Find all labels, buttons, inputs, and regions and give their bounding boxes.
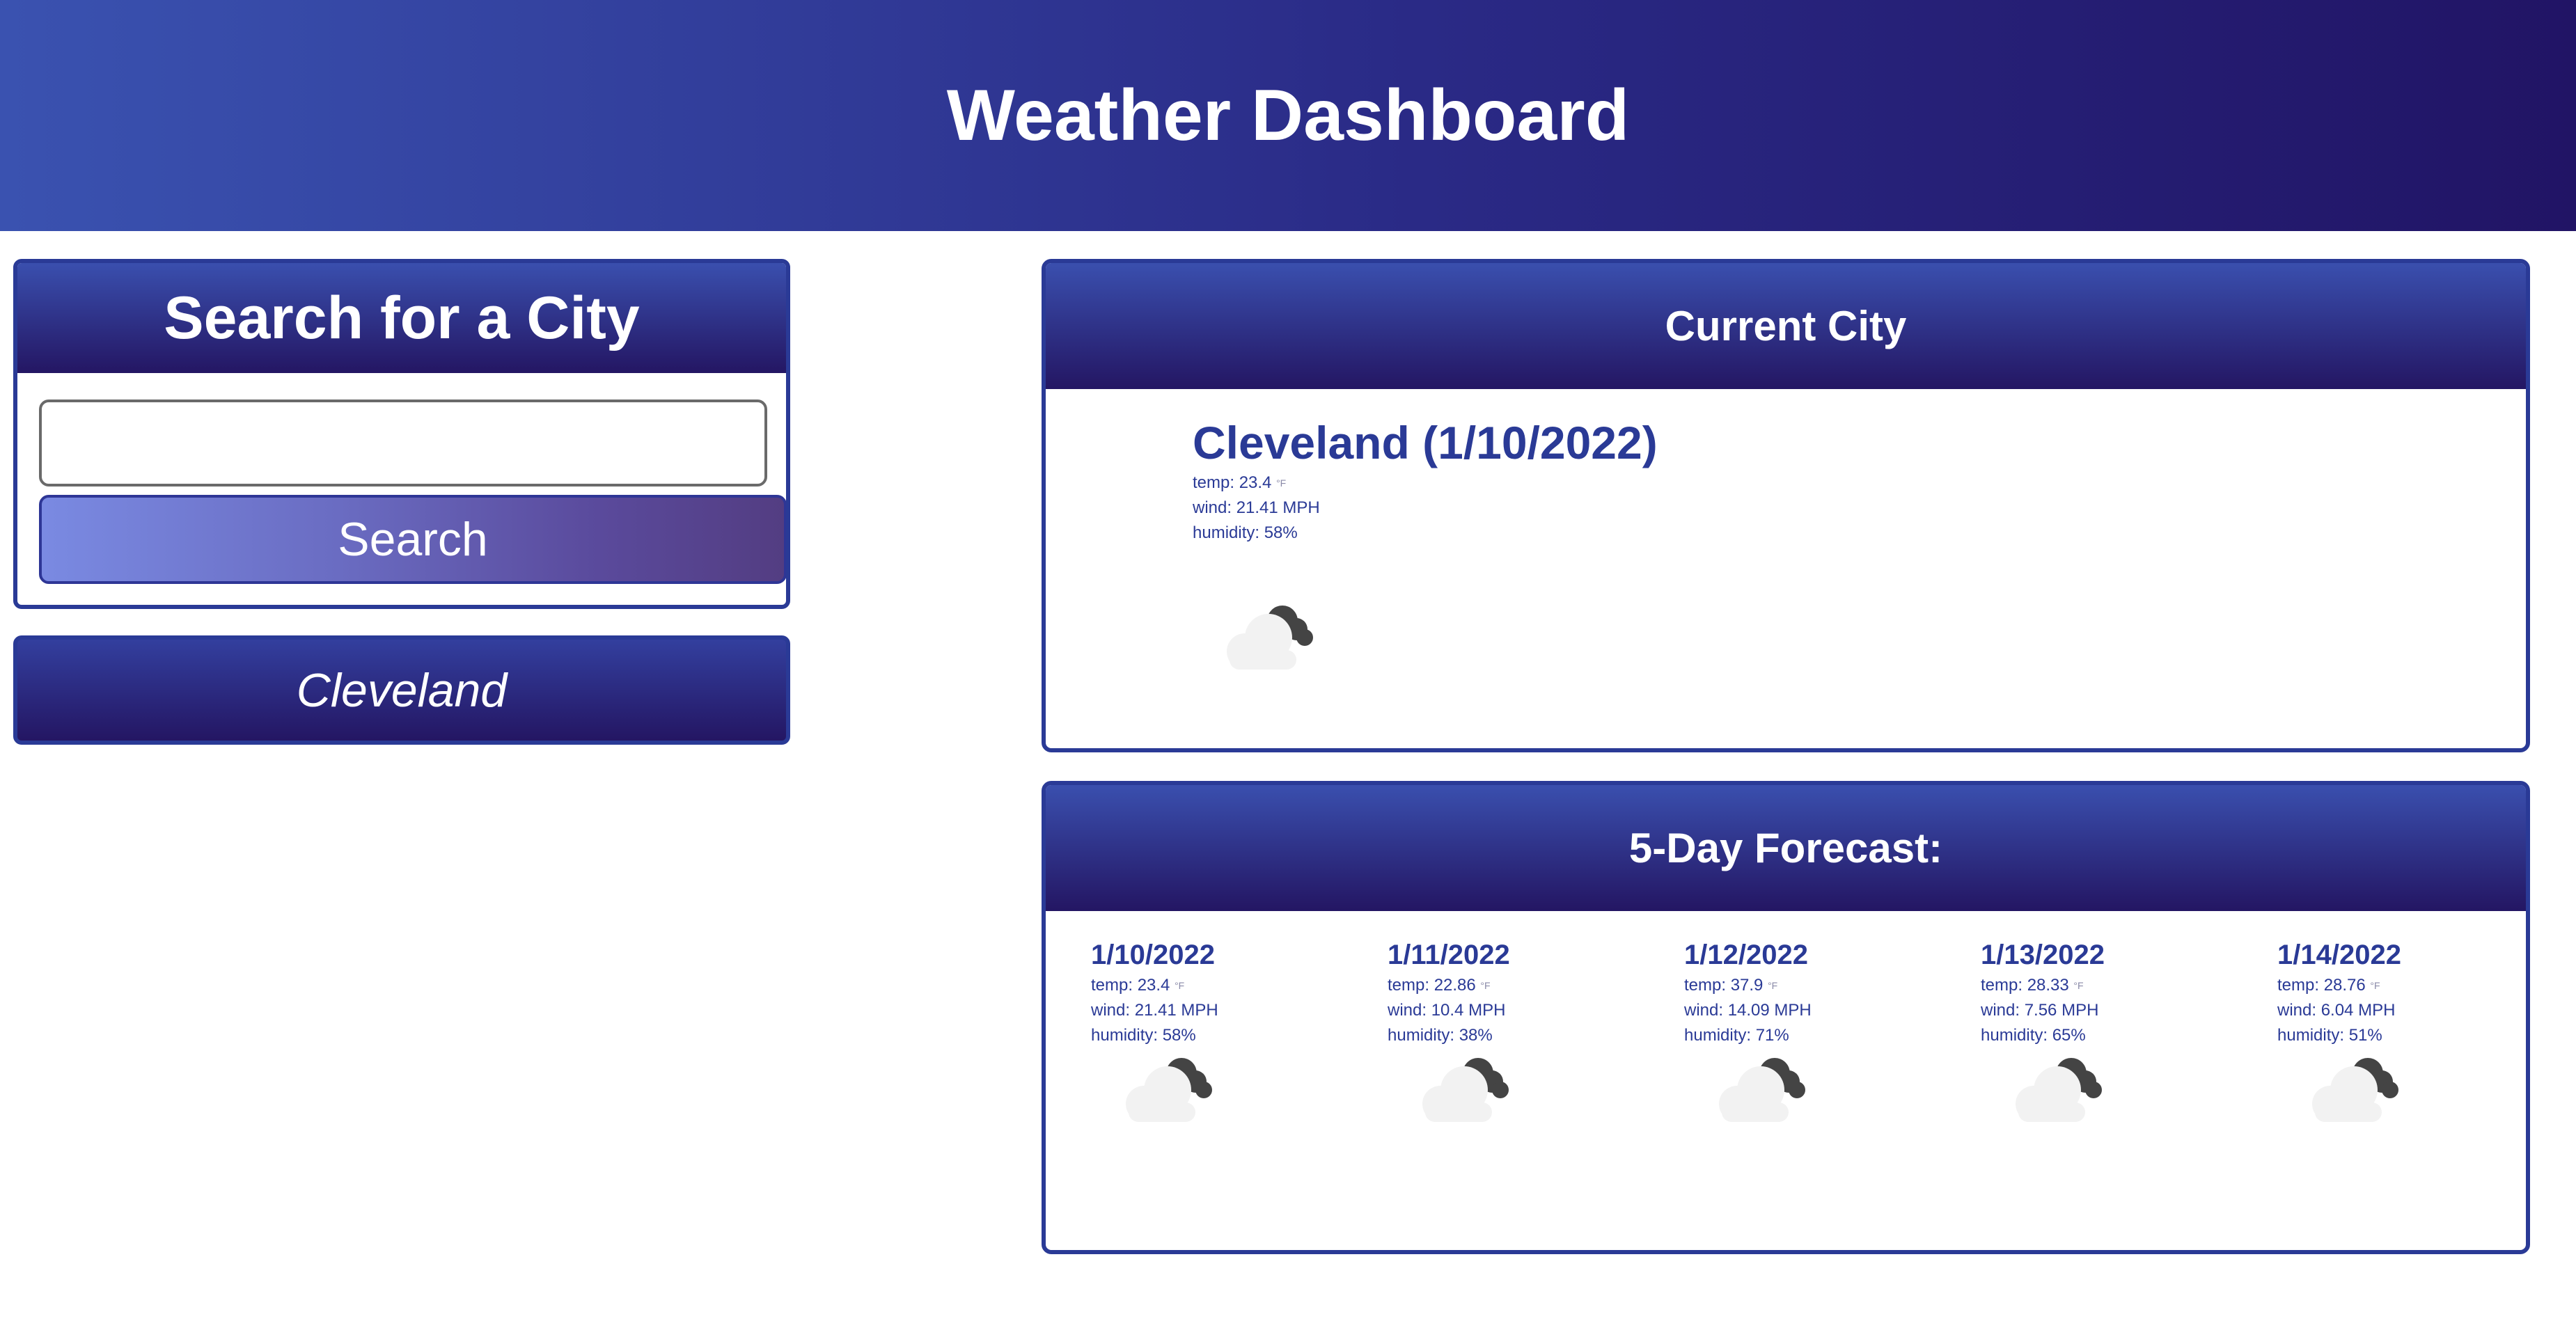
app-header: Weather Dashboard <box>0 0 2576 231</box>
current-weather: Cleveland (1/10/2022) temp: 23.4 °F wind… <box>1193 415 1658 546</box>
current-city-heading: Cleveland (1/10/2022) <box>1193 417 1658 468</box>
partly-cloudy-night-icon <box>2312 1058 2398 1122</box>
forecast-day-card: 1/10/2022 temp: 23.4 °F wind: 21.41 MPH … <box>1091 937 1300 1122</box>
current-temp-value: temp: 23.4 <box>1193 473 1272 492</box>
forecast-temp: temp: 28.33 °F <box>1981 973 2190 998</box>
forecast-wind: wind: 21.41 MPH <box>1091 1001 1218 1020</box>
forecast-wind: wind: 6.04 MPH <box>2277 1001 2396 1020</box>
degree-icon: °F <box>1175 980 1185 991</box>
current-city-header: Current City <box>1046 263 2526 389</box>
forecast-humidity: humidity: 71% <box>1684 1026 1789 1045</box>
forecast-wind: wind: 7.56 MPH <box>1981 1001 2099 1020</box>
forecast-temp: temp: 23.4 °F <box>1091 973 1300 998</box>
current-city-section-title: Current City <box>1665 303 1907 349</box>
degree-icon: °F <box>2073 980 2084 991</box>
forecast-day-card: 1/14/2022 temp: 28.76 °F wind: 6.04 MPH … <box>2277 937 2486 1122</box>
search-button[interactable]: Search <box>39 495 786 584</box>
forecast-temp-value: temp: 28.33 <box>1981 976 2069 995</box>
forecast-date: 1/11/2022 <box>1388 940 1510 970</box>
forecast-temp-value: temp: 22.86 <box>1388 976 1476 995</box>
search-panel-header: Search for a City <box>17 263 786 373</box>
forecast-date: 1/12/2022 <box>1684 940 1808 970</box>
forecast-header: 5-Day Forecast: <box>1046 785 2526 911</box>
forecast-humidity: humidity: 38% <box>1388 1026 1493 1045</box>
partly-cloudy-night-icon <box>1719 1058 1805 1122</box>
forecast-date: 1/13/2022 <box>1981 940 2105 970</box>
partly-cloudy-night-icon <box>1422 1058 1509 1122</box>
forecast-date: 1/10/2022 <box>1091 940 1215 970</box>
page-title: Weather Dashboard <box>946 74 1630 156</box>
degree-icon: °F <box>1480 980 1491 991</box>
partly-cloudy-night-icon <box>2016 1058 2102 1122</box>
forecast-temp-value: temp: 37.9 <box>1684 976 1764 995</box>
forecast-day-card: 1/11/2022 temp: 22.86 °F wind: 10.4 MPH … <box>1388 937 1596 1122</box>
forecast-humidity: humidity: 58% <box>1091 1026 1196 1045</box>
current-wind: wind: 21.41 MPH <box>1193 498 1320 517</box>
forecast-panel: 5-Day Forecast: 1/10/2022 temp: 23.4 °F … <box>1042 781 2530 1254</box>
history-item-cleveland[interactable]: Cleveland <box>13 635 790 745</box>
degree-icon: °F <box>1768 980 1778 991</box>
forecast-humidity: humidity: 51% <box>2277 1026 2382 1045</box>
city-search-input[interactable] <box>39 400 767 487</box>
partly-cloudy-night-icon <box>1126 1058 1212 1122</box>
forecast-day-card: 1/13/2022 temp: 28.33 °F wind: 7.56 MPH … <box>1981 937 2190 1122</box>
search-panel: Search for a City Search <box>13 259 790 609</box>
forecast-section-title: 5-Day Forecast: <box>1628 825 1943 871</box>
partly-cloudy-night-icon <box>1227 606 1313 670</box>
current-city-panel: Current City Cleveland (1/10/2022) temp:… <box>1042 259 2530 752</box>
forecast-date: 1/14/2022 <box>2277 940 2401 970</box>
forecast-wind: wind: 10.4 MPH <box>1388 1001 1506 1020</box>
forecast-temp-value: temp: 28.76 <box>2277 976 2366 995</box>
current-humidity: humidity: 58% <box>1193 523 1298 542</box>
forecast-temp-value: temp: 23.4 <box>1091 976 1170 995</box>
degree-icon: °F <box>1276 477 1287 489</box>
forecast-temp: temp: 28.76 °F <box>2277 973 2486 998</box>
forecast-humidity: humidity: 65% <box>1981 1026 2086 1045</box>
search-panel-title: Search for a City <box>164 284 640 351</box>
current-temp: temp: 23.4 °F <box>1193 470 1658 496</box>
forecast-temp: temp: 22.86 °F <box>1388 973 1596 998</box>
degree-icon: °F <box>2370 980 2380 991</box>
forecast-day-card: 1/12/2022 temp: 37.9 °F wind: 14.09 MPH … <box>1684 937 1893 1122</box>
forecast-wind: wind: 14.09 MPH <box>1684 1001 1812 1020</box>
forecast-temp: temp: 37.9 °F <box>1684 973 1893 998</box>
